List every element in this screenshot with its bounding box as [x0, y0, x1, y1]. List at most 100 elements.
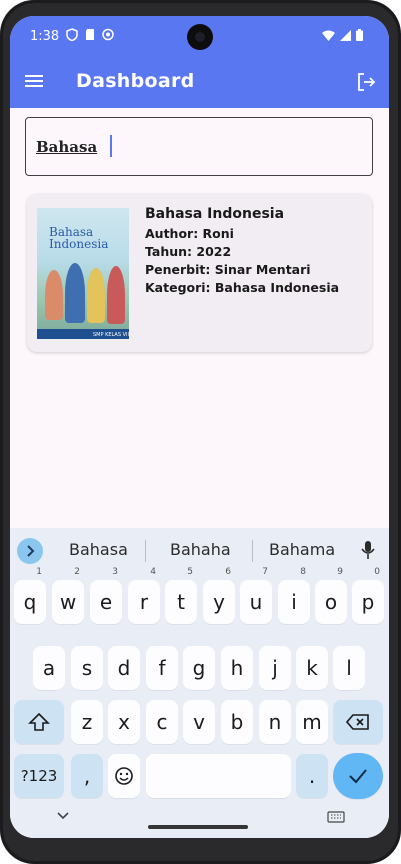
app-notification-icon: [102, 28, 114, 41]
book-card[interactable]: Bahasa Indonesia SMP KELAS VII Bahasa In…: [27, 194, 372, 352]
keyboard-icon[interactable]: [327, 811, 345, 823]
key-d[interactable]: d: [108, 646, 140, 690]
key-x[interactable]: x: [108, 700, 140, 744]
battery-icon: [356, 29, 363, 41]
key-v[interactable]: v: [183, 700, 215, 744]
key-j[interactable]: j: [259, 646, 291, 690]
suggestion-2[interactable]: Bahaha: [170, 540, 231, 559]
key-n[interactable]: n: [259, 700, 291, 744]
key-l[interactable]: l: [333, 646, 365, 690]
key-hint: 3: [112, 567, 118, 577]
key-g[interactable]: g: [183, 646, 215, 690]
emoji-key[interactable]: [108, 754, 140, 798]
key-hint: 8: [300, 567, 306, 577]
key-label: r: [139, 590, 149, 614]
menu-button[interactable]: [24, 72, 46, 92]
text-caret: [110, 135, 112, 157]
checkmark-icon: [349, 769, 367, 784]
key-hint: 9: [337, 567, 343, 577]
key-y[interactable]: y6: [203, 567, 235, 624]
soft-keyboard: Bahasa Bahaha Bahama q1 w2 e3 r4 t5 y6 u…: [10, 528, 389, 838]
wifi-icon: [322, 30, 335, 41]
key-u[interactable]: u7: [240, 567, 272, 624]
chevron-right-icon: [27, 545, 35, 557]
key-p[interactable]: p0: [352, 567, 384, 624]
key-hint: 4: [150, 567, 156, 577]
key-hint: 7: [262, 567, 268, 577]
key-a[interactable]: a: [33, 646, 65, 690]
key-label: w: [59, 590, 77, 614]
key-o[interactable]: o9: [315, 567, 347, 624]
suggestions-toggle-button[interactable]: [17, 538, 43, 564]
backspace-key[interactable]: [333, 700, 383, 744]
voice-input-button[interactable]: [361, 540, 375, 560]
key-hint: 1: [36, 567, 42, 577]
home-gesture-bar[interactable]: [148, 825, 248, 829]
chevron-down-icon[interactable]: [56, 811, 70, 821]
space-key[interactable]: [146, 754, 291, 798]
page-title: Dashboard: [76, 70, 195, 92]
key-f[interactable]: f: [146, 646, 178, 690]
key-label: p: [361, 590, 375, 614]
app-bar: Dashboard: [10, 58, 389, 108]
key-hint: 6: [225, 567, 231, 577]
key-s[interactable]: s: [71, 646, 103, 690]
key-q[interactable]: q1: [14, 567, 46, 624]
backspace-icon: [345, 714, 369, 730]
vpn-shield-icon: [66, 28, 78, 41]
suggestion-1[interactable]: Bahasa: [69, 540, 128, 559]
key-label: i: [291, 590, 297, 614]
search-input[interactable]: [36, 136, 356, 158]
comma-key[interactable]: ,: [71, 754, 103, 798]
shift-key[interactable]: [14, 700, 64, 744]
suggestion-bar: Bahasa Bahaha Bahama: [10, 528, 389, 572]
key-m[interactable]: m: [296, 700, 328, 744]
key-w[interactable]: w2: [52, 567, 84, 624]
search-field[interactable]: [25, 117, 373, 176]
key-h[interactable]: h: [221, 646, 253, 690]
key-r[interactable]: r4: [128, 567, 160, 624]
screen: 1:38 Dashboard Bahasa Bahasa Indonesia S…: [10, 16, 389, 838]
book-title: Bahasa Indonesia: [145, 206, 285, 222]
key-hint: 5: [187, 567, 193, 577]
book-cover-image: Bahasa Indonesia SMP KELAS VII: [37, 208, 129, 339]
key-label: e: [99, 590, 113, 614]
book-author: Author: Roni: [145, 226, 234, 241]
cover-title-line-2: Indonesia: [49, 237, 109, 251]
logout-button[interactable]: [355, 71, 377, 93]
shift-icon: [28, 712, 50, 731]
key-k[interactable]: k: [296, 646, 328, 690]
key-t[interactable]: t5: [165, 567, 197, 624]
key-z[interactable]: z: [71, 700, 103, 744]
emoji-icon: [115, 767, 133, 785]
key-i[interactable]: i8: [278, 567, 310, 624]
cover-figure: [45, 270, 63, 320]
cover-figure: [65, 263, 85, 323]
phone-frame: 1:38 Dashboard Bahasa Bahasa Indonesia S…: [0, 0, 401, 864]
microphone-icon: [361, 541, 375, 559]
period-key[interactable]: .: [296, 754, 328, 798]
key-e[interactable]: e3: [90, 567, 122, 624]
key-b[interactable]: b: [221, 700, 253, 744]
key-label: t: [177, 590, 185, 614]
signal-icon: [340, 29, 351, 41]
cover-strip: SMP KELAS VII: [37, 329, 129, 339]
status-bar: 1:38: [10, 16, 389, 58]
sd-card-icon: [86, 29, 94, 40]
suggestion-divider: [145, 540, 146, 562]
key-label: o: [324, 590, 338, 614]
book-info: Bahasa Indonesia Author: Roni Tahun: 202…: [145, 206, 339, 295]
enter-key[interactable]: [333, 753, 383, 799]
cover-title: Bahasa Indonesia: [49, 226, 108, 250]
logout-icon: [358, 73, 376, 91]
symbols-key[interactable]: ?123: [14, 754, 64, 798]
key-c[interactable]: c: [146, 700, 178, 744]
suggestion-divider: [252, 540, 253, 562]
key-label: u: [249, 590, 263, 614]
key-hint: 2: [74, 567, 80, 577]
key-hint: 0: [374, 567, 380, 577]
suggestion-3[interactable]: Bahama: [269, 540, 335, 559]
cover-level: SMP KELAS VII: [93, 332, 129, 338]
book-year: Tahun: 2022: [145, 244, 232, 259]
key-label: y: [213, 590, 225, 614]
